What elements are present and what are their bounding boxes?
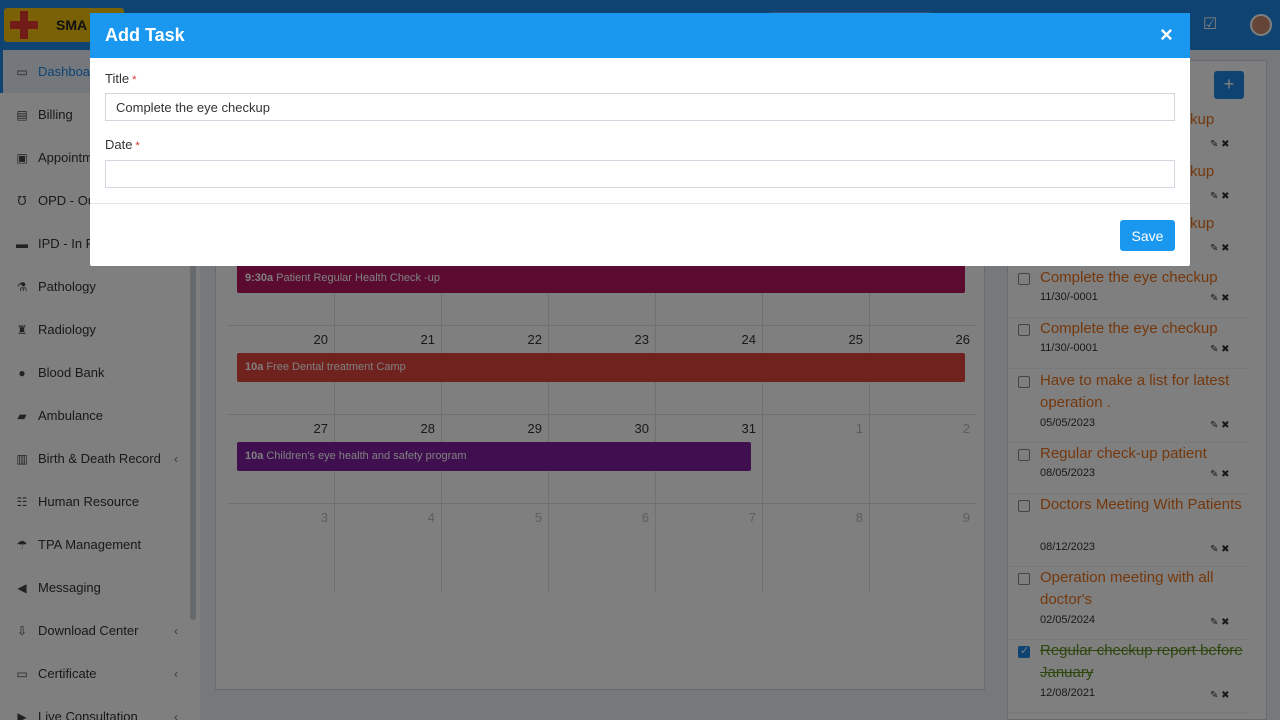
title-input[interactable] <box>105 93 1175 121</box>
required-mark: * <box>135 140 140 152</box>
date-label-text: Date <box>105 137 133 152</box>
required-mark: * <box>132 74 137 86</box>
date-input[interactable] <box>105 160 1175 188</box>
modal-title: Add Task <box>105 25 185 45</box>
date-label: Date * <box>105 137 140 152</box>
modal-header: Add Task × <box>90 13 1190 58</box>
close-icon[interactable]: × <box>1160 23 1173 47</box>
modal-divider <box>90 203 1190 204</box>
title-label-text: Title <box>105 71 130 86</box>
save-button[interactable]: Save <box>1120 220 1175 251</box>
title-label: Title * <box>105 71 136 86</box>
add-task-modal: Add Task × Title* Date* Save <box>90 13 1190 266</box>
